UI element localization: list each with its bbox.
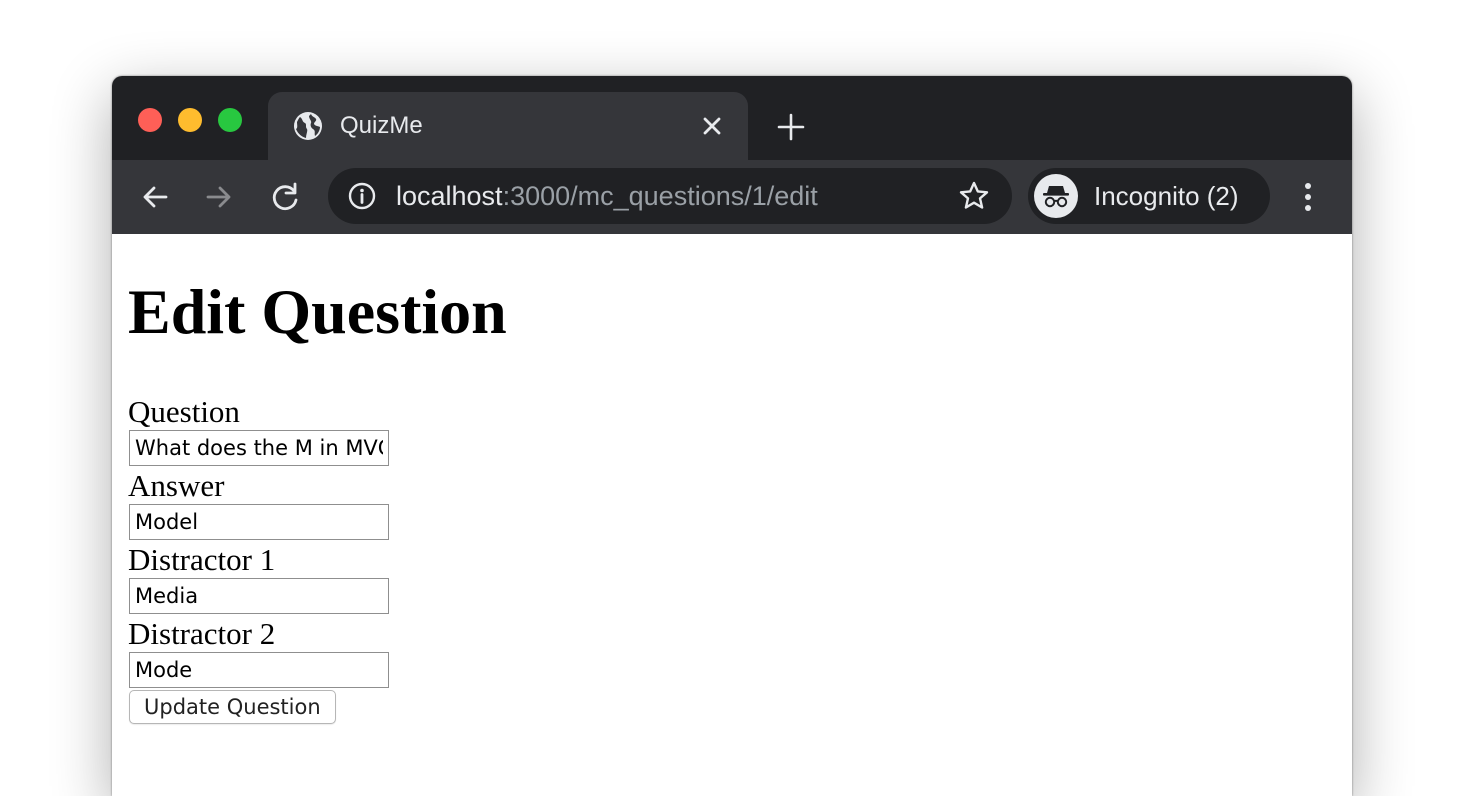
- incognito-profile-button[interactable]: Incognito (2): [1028, 168, 1270, 224]
- browser-toolbar: localhost:3000/mc_questions/1/edit Incog…: [112, 160, 1352, 235]
- globe-icon: [294, 112, 322, 140]
- url-text[interactable]: localhost:3000/mc_questions/1/edit: [396, 180, 818, 212]
- close-window-button[interactable]: [138, 108, 162, 132]
- info-icon[interactable]: [348, 182, 376, 210]
- update-question-button[interactable]: Update Question: [129, 690, 336, 724]
- more-menu-icon[interactable]: [1294, 180, 1322, 214]
- tab-quizme[interactable]: QuizMe: [268, 92, 748, 160]
- reload-icon[interactable]: [268, 180, 302, 214]
- maximize-window-button[interactable]: [218, 108, 242, 132]
- url-host: localhost: [396, 181, 503, 211]
- question-label: Question: [128, 394, 240, 429]
- url-path: :3000/mc_questions/1/edit: [502, 181, 818, 211]
- forward-arrow-icon[interactable]: [202, 180, 236, 214]
- distractor-1-label: Distractor 1: [128, 542, 276, 577]
- page-title: Edit Question: [128, 276, 507, 347]
- close-tab-icon[interactable]: [700, 114, 724, 138]
- minimize-window-button[interactable]: [178, 108, 202, 132]
- bookmark-star-icon[interactable]: [958, 180, 990, 212]
- edit-question-form: Question Answer Distractor 1 Distractor …: [128, 394, 528, 724]
- distractor-2-label: Distractor 2: [128, 616, 276, 651]
- tab-strip: QuizMe: [112, 76, 1352, 160]
- page-content: Edit Question Question Answer Distractor…: [112, 234, 1352, 796]
- incognito-icon: [1034, 174, 1078, 218]
- profile-label: Incognito (2): [1094, 181, 1239, 211]
- back-arrow-icon[interactable]: [138, 180, 172, 214]
- browser-window: QuizMe localhost:3000/mc_questions/1/edi…: [112, 76, 1352, 796]
- answer-input[interactable]: [129, 504, 389, 540]
- answer-label: Answer: [128, 468, 225, 503]
- address-bar[interactable]: localhost:3000/mc_questions/1/edit: [328, 168, 1012, 224]
- distractor-2-input[interactable]: [129, 652, 389, 688]
- tab-title: QuizMe: [340, 112, 423, 139]
- question-input[interactable]: [129, 430, 389, 466]
- distractor-1-input[interactable]: [129, 578, 389, 614]
- new-tab-icon[interactable]: [776, 112, 806, 142]
